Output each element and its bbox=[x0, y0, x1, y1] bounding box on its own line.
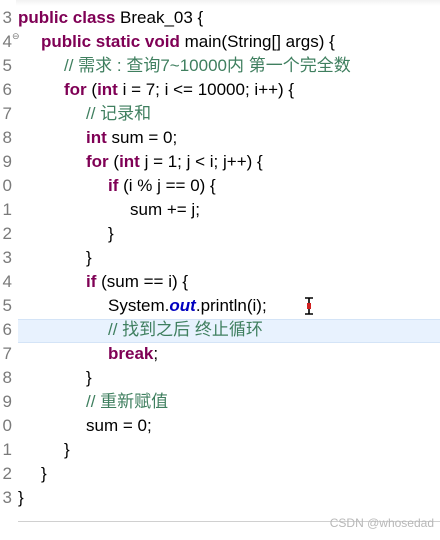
keyword: if bbox=[86, 272, 97, 291]
code-line[interactable]: sum = 0; bbox=[86, 414, 152, 438]
code-comment: // 重新赋值 bbox=[86, 392, 169, 411]
code-editor[interactable]: 3 4 5 6 7 8 9 0 1 2 3 4 5 6 7 8 9 0 1 2 … bbox=[0, 0, 440, 540]
line-number: 3 bbox=[2, 248, 12, 267]
line-number: 6 bbox=[2, 320, 12, 339]
line-number: 4 bbox=[2, 272, 12, 291]
code-line-current[interactable]: // 找到之后 终止循环 bbox=[108, 318, 263, 342]
code-comment: // 需求 : 查询7~10000内 第一个完全数 bbox=[64, 56, 351, 75]
code-text: } bbox=[86, 368, 92, 387]
keyword: break bbox=[108, 344, 154, 363]
code-line[interactable]: // 需求 : 查询7~10000内 第一个完全数 bbox=[64, 54, 351, 78]
code-text: main(String[] args) { bbox=[179, 32, 335, 51]
code-line[interactable]: for (int j = 1; j < i; j++) { bbox=[86, 150, 263, 174]
line-number: 0 bbox=[2, 176, 12, 195]
code-text: } bbox=[18, 488, 24, 507]
code-text: ; bbox=[153, 344, 159, 363]
line-number-gutter: 3 4 5 6 7 8 9 0 1 2 3 4 5 6 7 8 9 0 1 2 … bbox=[0, 0, 16, 540]
code-text: ( bbox=[86, 80, 98, 99]
line-number: 5 bbox=[2, 56, 12, 75]
static-field: out bbox=[169, 296, 196, 315]
line-number: 3 bbox=[2, 488, 12, 507]
line-number: 7 bbox=[2, 104, 12, 123]
code-line[interactable]: public static void main(String[] args) { bbox=[41, 30, 335, 54]
text-cursor-icon bbox=[305, 297, 313, 315]
code-comment: // 找到之后 终止循环 bbox=[108, 320, 263, 339]
code-line[interactable]: int sum = 0; bbox=[86, 126, 177, 150]
line-number: 9 bbox=[2, 152, 12, 171]
code-line[interactable]: public class Break_03 { bbox=[18, 6, 203, 30]
code-line[interactable]: } bbox=[64, 438, 70, 462]
code-text: Break_03 { bbox=[115, 8, 204, 27]
line-number: 2 bbox=[2, 464, 12, 483]
code-line[interactable]: } bbox=[41, 462, 47, 486]
code-text: j = 1; j < i; j++) { bbox=[139, 152, 263, 171]
keyword: int bbox=[119, 152, 140, 171]
line-number: 7 bbox=[2, 344, 12, 363]
line-number: 9 bbox=[2, 392, 12, 411]
line-number: 6 bbox=[2, 80, 12, 99]
code-text: } bbox=[108, 224, 114, 243]
code-line[interactable]: // 记录和 bbox=[86, 102, 151, 126]
line-number: 0 bbox=[2, 416, 12, 435]
code-line[interactable]: for (int i = 7; i <= 10000; i++) { bbox=[64, 78, 294, 102]
line-number: 1 bbox=[2, 200, 12, 219]
code-text: i = 7; i <= 10000; i++) { bbox=[117, 80, 295, 99]
line-number: 8 bbox=[2, 368, 12, 387]
code-text: sum = 0; bbox=[86, 416, 152, 435]
code-text: sum += j; bbox=[130, 200, 200, 219]
code-comment: // 记录和 bbox=[86, 104, 152, 123]
line-number: 5 bbox=[2, 296, 12, 315]
keyword: int bbox=[86, 128, 107, 147]
code-text: } bbox=[64, 440, 70, 459]
code-text: } bbox=[41, 464, 47, 483]
keyword: if bbox=[108, 176, 119, 195]
keyword: public static void bbox=[41, 32, 180, 51]
keyword: public class bbox=[18, 8, 116, 27]
line-number: 4 bbox=[2, 32, 12, 51]
code-line[interactable]: } bbox=[86, 246, 92, 270]
line-number: 3 bbox=[2, 8, 12, 27]
fold-collapse-icon[interactable]: ⊖ bbox=[12, 32, 20, 41]
watermark: CSDN @whosedad bbox=[329, 516, 434, 530]
code-text: System. bbox=[108, 296, 170, 315]
code-line[interactable]: if (i % j == 0) { bbox=[108, 174, 216, 198]
code-text: } bbox=[86, 248, 92, 267]
line-number: 8 bbox=[2, 128, 12, 147]
code-line[interactable]: } bbox=[86, 366, 92, 390]
line-number: 1 bbox=[2, 440, 12, 459]
code-text: ( bbox=[108, 152, 120, 171]
code-text: (i % j == 0) { bbox=[118, 176, 216, 195]
code-text: (sum == i) { bbox=[96, 272, 189, 291]
keyword: for bbox=[64, 80, 87, 99]
code-line[interactable]: System.out.println(i); bbox=[108, 294, 267, 318]
code-text: .println(i); bbox=[195, 296, 267, 315]
keyword: int bbox=[97, 80, 118, 99]
keyword: for bbox=[86, 152, 109, 171]
code-line[interactable]: } bbox=[18, 486, 24, 510]
code-line[interactable]: } bbox=[108, 222, 114, 246]
code-line[interactable]: break; bbox=[108, 342, 158, 366]
code-line[interactable]: sum += j; bbox=[130, 198, 200, 222]
code-line[interactable]: // 重新赋值 bbox=[86, 390, 168, 414]
code-line[interactable]: if (sum == i) { bbox=[86, 270, 188, 294]
code-text: sum = 0; bbox=[106, 128, 178, 147]
line-number: 2 bbox=[2, 224, 12, 243]
